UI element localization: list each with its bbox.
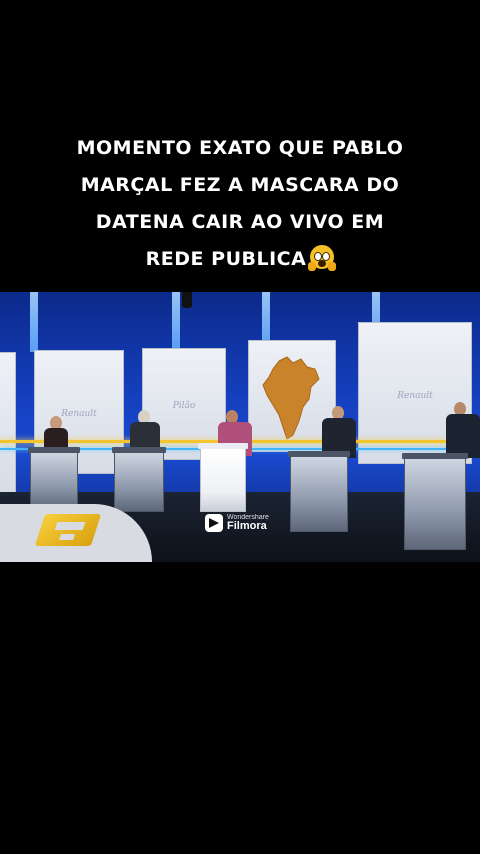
panel-logo: Renault xyxy=(61,409,97,420)
light-column xyxy=(172,292,180,352)
ceiling-spotlight xyxy=(182,292,192,308)
backdrop-panel xyxy=(0,352,16,494)
watermark-brand-small: Wondershare xyxy=(227,514,269,521)
video-caption: MOMENTO EXATO QUE PABLO MARÇAL FEZ A MAS… xyxy=(0,130,480,278)
caption-line-4: REDE PUBLICA xyxy=(0,241,480,278)
panel-logo: Pilão xyxy=(172,401,196,412)
podium-2 xyxy=(112,447,166,512)
caption-line-1: MOMENTO EXATO QUE PABLO xyxy=(76,137,404,159)
filmora-watermark: Wondershare Filmora xyxy=(205,514,269,532)
panel-logo: Renault xyxy=(397,390,433,401)
podium-1 xyxy=(28,447,80,510)
video-player[interactable]: Renault Pilão Renault Wondershare Filmor… xyxy=(0,292,480,562)
podium-5 xyxy=(402,453,468,550)
caption-line-4-text: REDE PUBLICA xyxy=(145,248,307,270)
filmora-logo-icon xyxy=(205,514,223,532)
light-column xyxy=(30,292,38,352)
podium-3 xyxy=(198,443,248,512)
caption-line-3: DATENA CAIR AO VIVO EM xyxy=(95,211,385,233)
watermark-brand-big: Filmora xyxy=(227,520,267,532)
podium-4 xyxy=(288,451,350,532)
caption-line-2: MARÇAL FEZ A MASCARA DO xyxy=(80,174,400,196)
face-screaming-in-fear-icon xyxy=(308,245,337,271)
